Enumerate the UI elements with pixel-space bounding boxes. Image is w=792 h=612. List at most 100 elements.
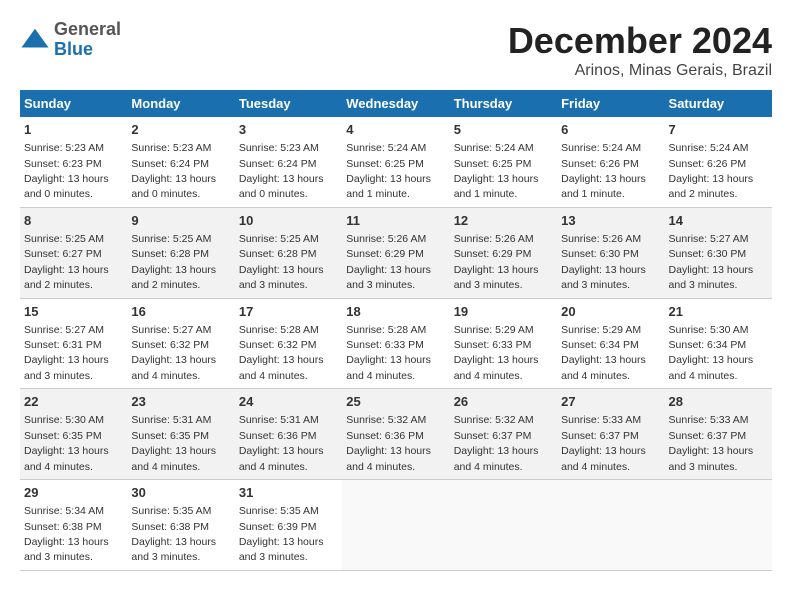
day-info-4: Sunrise: 5:24 AMSunset: 6:25 PMDaylight:… bbox=[346, 142, 431, 200]
day-info-29: Sunrise: 5:34 AMSunset: 6:38 PMDaylight:… bbox=[24, 505, 109, 563]
day-cell-28: 28 Sunrise: 5:33 AMSunset: 6:37 PMDayligh… bbox=[665, 389, 772, 480]
header: General Blue December 2024 Arinos, Minas… bbox=[20, 20, 772, 80]
day-info-7: Sunrise: 5:24 AMSunset: 6:26 PMDaylight:… bbox=[669, 142, 754, 200]
day-info-17: Sunrise: 5:28 AMSunset: 6:32 PMDaylight:… bbox=[239, 324, 324, 382]
day-cell-25: 25Sunrise: 5:32 AMSunset: 6:36 PMDayligh… bbox=[342, 389, 449, 480]
day-number-21: 21 bbox=[669, 303, 768, 321]
day-number-29: 29 bbox=[24, 484, 123, 502]
day-cell-11: 11 Sunrise: 5:26 AMSunset: 6:29 PMDayligh… bbox=[342, 207, 449, 298]
day-number-30: 30 bbox=[131, 484, 230, 502]
logo-blue: Blue bbox=[54, 39, 93, 59]
day-number-25: 25 bbox=[346, 393, 445, 411]
day-info-19: Sunrise: 5:29 AMSunset: 6:33 PMDaylight:… bbox=[454, 324, 539, 382]
day-number-8: 8 bbox=[24, 212, 123, 230]
day-info-21: Sunrise: 5:30 AMSunset: 6:34 PMDaylight:… bbox=[669, 324, 754, 382]
day-cell-2: 2 Sunrise: 5:23 AMSunset: 6:24 PMDaylight… bbox=[127, 117, 234, 207]
day-cell-21: 21 Sunrise: 5:30 AMSunset: 6:34 PMDayligh… bbox=[665, 298, 772, 389]
day-number-6: 6 bbox=[561, 121, 660, 139]
day-number-5: 5 bbox=[454, 121, 553, 139]
day-number-13: 13 bbox=[561, 212, 660, 230]
day-cell-13: 13 Sunrise: 5:26 AMSunset: 6:30 PMDayligh… bbox=[557, 207, 664, 298]
day-number-1: 1 bbox=[24, 121, 123, 139]
day-cell-30: 30Sunrise: 5:35 AMSunset: 6:38 PMDayligh… bbox=[127, 480, 234, 571]
day-info-5: Sunrise: 5:24 AMSunset: 6:25 PMDaylight:… bbox=[454, 142, 539, 200]
day-info-28: Sunrise: 5:33 AMSunset: 6:37 PMDaylight:… bbox=[669, 414, 754, 472]
month-title: December 2024 bbox=[508, 20, 772, 62]
day-info-1: Sunrise: 5:23 AMSunset: 6:23 PMDaylight:… bbox=[24, 142, 109, 200]
day-number-15: 15 bbox=[24, 303, 123, 321]
day-cell-23: 23Sunrise: 5:31 AMSunset: 6:35 PMDayligh… bbox=[127, 389, 234, 480]
calendar-week-3: 15 Sunrise: 5:27 AMSunset: 6:31 PMDayligh… bbox=[20, 298, 772, 389]
day-info-9: Sunrise: 5:25 AMSunset: 6:28 PMDaylight:… bbox=[131, 233, 216, 291]
day-number-14: 14 bbox=[669, 212, 768, 230]
col-monday: Monday bbox=[127, 90, 234, 117]
col-tuesday: Tuesday bbox=[235, 90, 342, 117]
day-number-24: 24 bbox=[239, 393, 338, 411]
col-thursday: Thursday bbox=[450, 90, 557, 117]
day-info-26: Sunrise: 5:32 AMSunset: 6:37 PMDaylight:… bbox=[454, 414, 539, 472]
day-cell-1: 1 Sunrise: 5:23 AMSunset: 6:23 PMDaylight… bbox=[20, 117, 127, 207]
day-cell-7: 7 Sunrise: 5:24 AMSunset: 6:26 PMDaylight… bbox=[665, 117, 772, 207]
day-cell-5: 5 Sunrise: 5:24 AMSunset: 6:25 PMDaylight… bbox=[450, 117, 557, 207]
day-cell-3: 3Sunrise: 5:23 AMSunset: 6:24 PMDaylight… bbox=[235, 117, 342, 207]
day-cell-9: 9 Sunrise: 5:25 AMSunset: 6:28 PMDaylight… bbox=[127, 207, 234, 298]
day-info-23: Sunrise: 5:31 AMSunset: 6:35 PMDaylight:… bbox=[131, 414, 216, 472]
day-number-9: 9 bbox=[131, 212, 230, 230]
day-number-20: 20 bbox=[561, 303, 660, 321]
day-info-11: Sunrise: 5:26 AMSunset: 6:29 PMDaylight:… bbox=[346, 233, 431, 291]
empty-cell bbox=[342, 480, 449, 571]
day-cell-24: 24 Sunrise: 5:31 AMSunset: 6:36 PMDayligh… bbox=[235, 389, 342, 480]
day-cell-6: 6 Sunrise: 5:24 AMSunset: 6:26 PMDaylight… bbox=[557, 117, 664, 207]
calendar-week-2: 8Sunrise: 5:25 AMSunset: 6:27 PMDaylight… bbox=[20, 207, 772, 298]
empty-cell bbox=[665, 480, 772, 571]
calendar-table: Sunday Monday Tuesday Wednesday Thursday… bbox=[20, 90, 772, 571]
day-cell-27: 27Sunrise: 5:33 AMSunset: 6:37 PMDayligh… bbox=[557, 389, 664, 480]
day-info-24: Sunrise: 5:31 AMSunset: 6:36 PMDaylight:… bbox=[239, 414, 324, 472]
col-sunday: Sunday bbox=[20, 90, 127, 117]
day-info-31: Sunrise: 5:35 AMSunset: 6:39 PMDaylight:… bbox=[239, 505, 324, 563]
day-cell-8: 8Sunrise: 5:25 AMSunset: 6:27 PMDaylight… bbox=[20, 207, 127, 298]
location: Arinos, Minas Gerais, Brazil bbox=[508, 62, 772, 80]
day-cell-19: 19 Sunrise: 5:29 AMSunset: 6:33 PMDayligh… bbox=[450, 298, 557, 389]
day-number-3: 3 bbox=[239, 121, 338, 139]
day-cell-18: 18 Sunrise: 5:28 AMSunset: 6:33 PMDayligh… bbox=[342, 298, 449, 389]
day-cell-10: 10Sunrise: 5:25 AMSunset: 6:28 PMDayligh… bbox=[235, 207, 342, 298]
day-number-2: 2 bbox=[131, 121, 230, 139]
col-wednesday: Wednesday bbox=[342, 90, 449, 117]
day-cell-12: 12Sunrise: 5:26 AMSunset: 6:29 PMDayligh… bbox=[450, 207, 557, 298]
day-number-11: 11 bbox=[346, 212, 445, 230]
day-number-18: 18 bbox=[346, 303, 445, 321]
day-cell-4: 4 Sunrise: 5:24 AMSunset: 6:25 PMDaylight… bbox=[342, 117, 449, 207]
day-cell-26: 26Sunrise: 5:32 AMSunset: 6:37 PMDayligh… bbox=[450, 389, 557, 480]
day-cell-14: 14 Sunrise: 5:27 AMSunset: 6:30 PMDayligh… bbox=[665, 207, 772, 298]
day-number-4: 4 bbox=[346, 121, 445, 139]
day-cell-17: 17 Sunrise: 5:28 AMSunset: 6:32 PMDayligh… bbox=[235, 298, 342, 389]
calendar-week-5: 29 Sunrise: 5:34 AMSunset: 6:38 PMDayligh… bbox=[20, 480, 772, 571]
day-info-14: Sunrise: 5:27 AMSunset: 6:30 PMDaylight:… bbox=[669, 233, 754, 291]
day-number-28: 28 bbox=[669, 393, 768, 411]
day-number-17: 17 bbox=[239, 303, 338, 321]
day-info-22: Sunrise: 5:30 AMSunset: 6:35 PMDaylight:… bbox=[24, 414, 109, 472]
title-block: December 2024 Arinos, Minas Gerais, Braz… bbox=[508, 20, 772, 80]
logo-icon bbox=[20, 25, 50, 55]
day-info-20: Sunrise: 5:29 AMSunset: 6:34 PMDaylight:… bbox=[561, 324, 646, 382]
day-info-10: Sunrise: 5:25 AMSunset: 6:28 PMDaylight:… bbox=[239, 233, 324, 291]
logo-text: General Blue bbox=[54, 20, 121, 60]
day-info-18: Sunrise: 5:28 AMSunset: 6:33 PMDaylight:… bbox=[346, 324, 431, 382]
day-number-19: 19 bbox=[454, 303, 553, 321]
calendar-header-row: Sunday Monday Tuesday Wednesday Thursday… bbox=[20, 90, 772, 117]
day-info-15: Sunrise: 5:27 AMSunset: 6:31 PMDaylight:… bbox=[24, 324, 109, 382]
day-number-7: 7 bbox=[669, 121, 768, 139]
calendar-week-4: 22Sunrise: 5:30 AMSunset: 6:35 PMDayligh… bbox=[20, 389, 772, 480]
day-info-12: Sunrise: 5:26 AMSunset: 6:29 PMDaylight:… bbox=[454, 233, 539, 291]
empty-cell bbox=[557, 480, 664, 571]
day-cell-16: 16Sunrise: 5:27 AMSunset: 6:32 PMDayligh… bbox=[127, 298, 234, 389]
day-info-13: Sunrise: 5:26 AMSunset: 6:30 PMDaylight:… bbox=[561, 233, 646, 291]
day-info-2: Sunrise: 5:23 AMSunset: 6:24 PMDaylight:… bbox=[131, 142, 216, 200]
day-cell-15: 15 Sunrise: 5:27 AMSunset: 6:31 PMDayligh… bbox=[20, 298, 127, 389]
day-cell-20: 20 Sunrise: 5:29 AMSunset: 6:34 PMDayligh… bbox=[557, 298, 664, 389]
logo-general: General bbox=[54, 19, 121, 39]
col-friday: Friday bbox=[557, 90, 664, 117]
day-info-6: Sunrise: 5:24 AMSunset: 6:26 PMDaylight:… bbox=[561, 142, 646, 200]
day-info-27: Sunrise: 5:33 AMSunset: 6:37 PMDaylight:… bbox=[561, 414, 646, 472]
